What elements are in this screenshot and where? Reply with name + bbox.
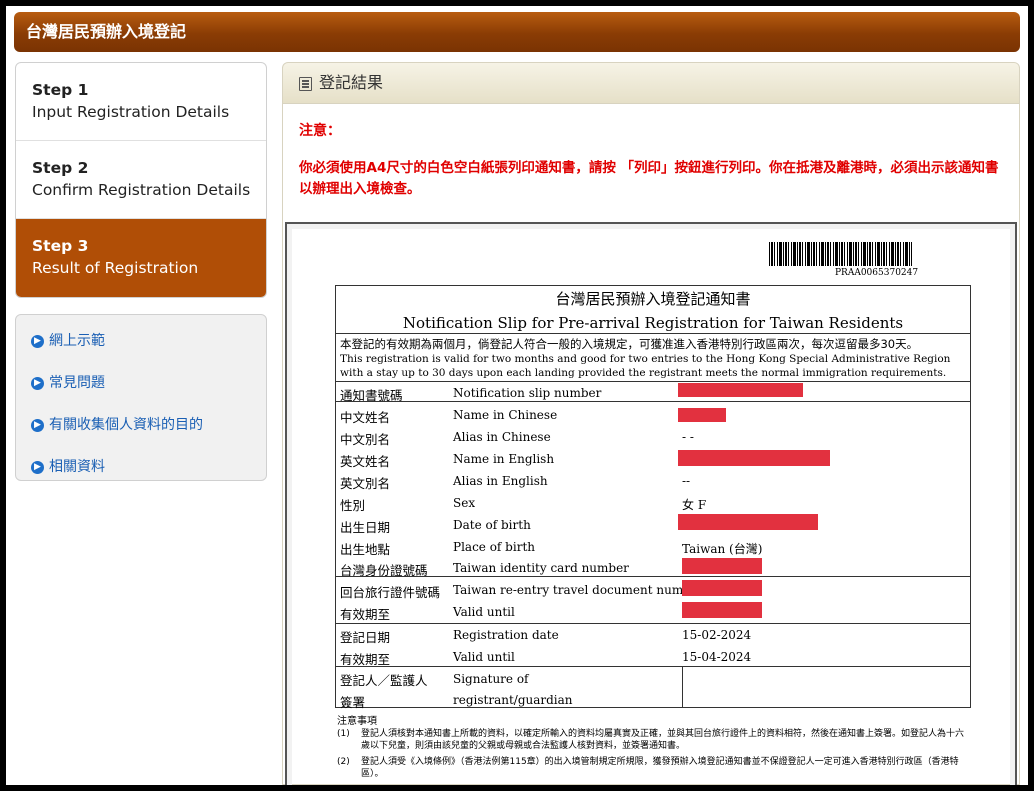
row-label-zh: 英文別名: [340, 476, 391, 491]
step-3-active: Step 3 Result of Registration: [16, 219, 266, 297]
signature-label-en: Signature of: [453, 672, 529, 686]
barcode-number: PRAA0065370247: [835, 268, 919, 278]
divider: [336, 401, 970, 402]
divider: [336, 333, 970, 334]
divider: [16, 140, 266, 141]
link-label: 相關資料: [49, 459, 105, 475]
row-label-zh: 英文姓名: [340, 454, 391, 469]
redaction-bar: [682, 558, 762, 574]
result-panel: 注意： 你必須使用A4尺寸的白色空白紙張列印通知書，請按 「列印」按鈕進行列印。…: [282, 104, 1020, 785]
step-description: Result of Registration: [32, 259, 199, 277]
step-list: Step 1 Input Registration Details Step 2…: [15, 62, 267, 298]
app-window: 台灣居民預辦入境登記 Step 1 Input Registration Det…: [6, 6, 1028, 785]
row-label-zh: 回台旅行證件號碼: [340, 585, 441, 600]
row-label-en: Name in English: [453, 452, 555, 466]
row-label-en: Name in Chinese: [453, 408, 558, 422]
row-label-en: Date of birth: [453, 518, 531, 532]
slip-table: 台灣居民預辦入境登記通知書 Notification Slip for Pre-…: [335, 285, 971, 710]
divider: [336, 666, 970, 667]
signature-box-border: [682, 666, 683, 708]
redaction-bar: [682, 602, 762, 618]
arrow-right-icon: ▶: [31, 334, 44, 348]
redaction-bar: [678, 383, 803, 397]
barcode: [769, 242, 912, 266]
note-text: 登記人須受《入境條例》（香港法例第115章）的出入境管制規定所規限，獲發預辦入境…: [361, 757, 959, 779]
note-text: 登記人須核對本通知書上所載的資料，以確定所輸入的資料均屬真實及正確，並與其回台旅…: [361, 729, 965, 751]
link-faq[interactable]: ▶ 常見問題: [31, 374, 105, 392]
row-label-en: Valid until: [453, 650, 515, 664]
notes-title: 注意事項: [337, 716, 377, 727]
notice-label: 注意：: [299, 123, 341, 139]
row-label-en: Registration date: [453, 628, 559, 642]
row-value: Taiwan (台灣): [682, 542, 763, 556]
step-description: Input Registration Details: [32, 103, 230, 121]
row-label-zh: 有效期至: [340, 607, 391, 622]
note-number: (2): [337, 757, 350, 767]
validity-text-english: This registration is valid for two month…: [340, 353, 951, 379]
divider: [336, 576, 970, 577]
redaction-bar: [678, 408, 726, 422]
row-label-zh: 登記日期: [340, 630, 391, 645]
signature-label-zh: 登記人／監護人: [340, 673, 428, 688]
row-value: 15-04-2024: [682, 650, 752, 664]
arrow-right-icon: ▶: [31, 418, 44, 432]
link-label: 網上示範: [49, 333, 105, 349]
signature-label-en: registrant/guardian: [453, 693, 573, 707]
row-label-en: Alias in Chinese: [453, 430, 551, 444]
panel-title: 登記結果: [319, 73, 384, 92]
row-label-zh: 中文姓名: [340, 410, 391, 425]
page-header: 台灣居民預辦入境登記: [14, 12, 1020, 52]
row-label-en: Place of birth: [453, 540, 535, 554]
note-number: (1): [337, 729, 350, 739]
arrow-right-icon: ▶: [31, 460, 44, 474]
step-2: Step 2 Confirm Registration Details: [16, 157, 266, 201]
row-label-en: Taiwan re-entry travel document number: [453, 583, 704, 597]
row-value: --: [682, 474, 691, 488]
link-label: 有關收集個人資料的目的: [49, 417, 203, 433]
row-label-zh: 出生日期: [340, 520, 391, 535]
result-panel-header: 登記結果: [282, 62, 1020, 104]
link-online-demo[interactable]: ▶ 網上示範: [31, 332, 105, 350]
slip-title-chinese: 台灣居民預辦入境登記通知書: [555, 290, 751, 308]
row-value: 女 F: [682, 498, 707, 512]
row-value: - -: [682, 430, 694, 444]
redaction-bar: [678, 514, 818, 530]
row-label-en: Valid until: [453, 605, 515, 619]
arrow-right-icon: ▶: [31, 376, 44, 390]
slip-title-english: Notification Slip for Pre-arrival Regist…: [402, 314, 904, 332]
step-1: Step 1 Input Registration Details: [16, 79, 266, 123]
row-label-zh: 中文別名: [340, 432, 391, 447]
redaction-bar: [682, 580, 762, 596]
link-related-info[interactable]: ▶ 相關資料: [31, 458, 105, 476]
signature-label-zh: 簽署: [340, 695, 366, 710]
redaction-bar: [678, 450, 830, 466]
help-links: ▶ 網上示範 ▶ 常見問題 ▶ 有關收集個人資料的目的 ▶ 相關資料: [15, 314, 267, 481]
notice-text: 你必須使用A4尺寸的白色空白紙張列印通知書，請按 「列印」按鈕進行列印。你在抵港…: [299, 160, 999, 197]
row-label-en: Taiwan identity card number: [453, 561, 629, 575]
divider: [336, 381, 970, 382]
divider: [336, 623, 970, 624]
link-personal-data-purpose[interactable]: ▶ 有關收集個人資料的目的: [31, 416, 203, 434]
row-label-zh: 出生地點: [340, 542, 391, 557]
step-number: Step 2: [32, 159, 89, 177]
row-label-zh: 性別: [340, 498, 366, 513]
step-description: Confirm Registration Details: [32, 181, 251, 199]
validity-text-chinese: 本登記的有效期為兩個月，倘登記人符合一般的入境規定，可獲准進入香港特別行政區兩次…: [340, 337, 919, 351]
notification-slip: PRAA0065370247 台灣居民預辦入境登記通知書 Notificatio…: [285, 222, 1017, 785]
step-number: Step 1: [32, 81, 89, 99]
row-value: 15-02-2024: [682, 628, 752, 642]
step-number: Step 3: [32, 237, 89, 255]
row-label-en: Alias in English: [453, 474, 548, 488]
row-label-en: Sex: [453, 496, 476, 510]
link-label: 常見問題: [49, 375, 105, 391]
row-label-en: Notification slip number: [453, 386, 602, 400]
document-list-icon: [299, 77, 312, 91]
